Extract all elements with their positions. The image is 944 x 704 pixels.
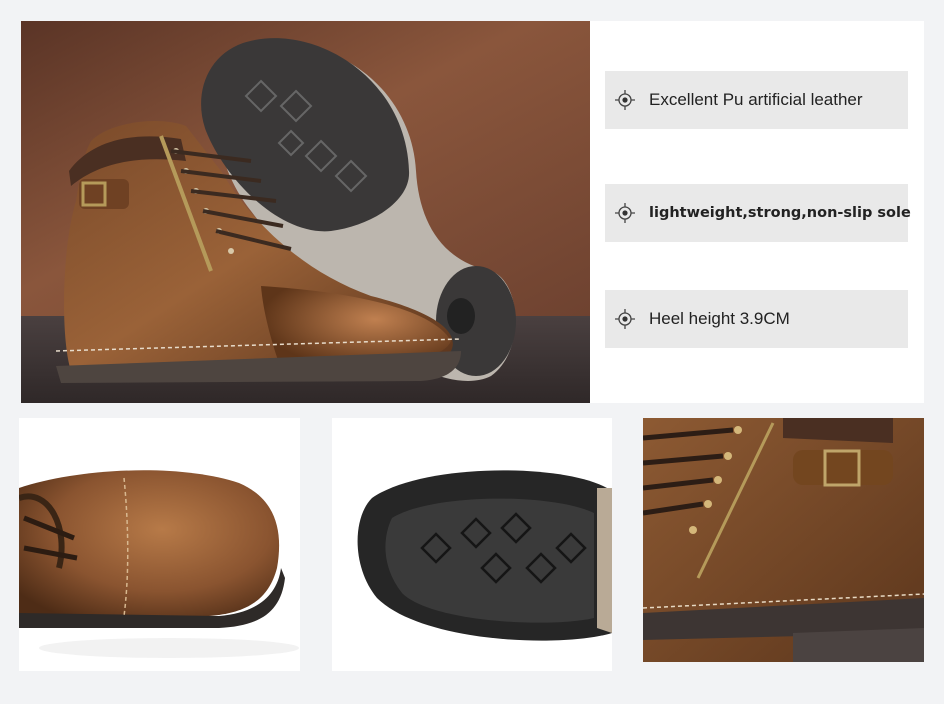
detail-image-buckle-side	[643, 418, 924, 662]
crosshair-bullet-icon	[615, 203, 635, 223]
hero-product-image	[21, 21, 590, 403]
crosshair-bullet-icon	[615, 90, 635, 110]
crosshair-bullet-icon	[615, 309, 635, 329]
feature-label: Heel height 3.9CM	[649, 309, 790, 328]
feature-label: Excellent Pu artificial leather	[649, 90, 863, 109]
detail-image-toe-cap	[19, 418, 300, 671]
feature-item-heel: Heel height 3.9CM	[605, 290, 908, 348]
feature-item-sole: lightweight,strong,non-slip sole	[605, 184, 911, 242]
feature-item-leather: Excellent Pu artificial leather	[605, 71, 908, 129]
feature-label: lightweight,strong,non-slip sole	[649, 205, 911, 221]
features-panel: Excellent Pu artificial leather lightwei…	[590, 21, 924, 403]
detail-image-outsole	[332, 418, 612, 671]
